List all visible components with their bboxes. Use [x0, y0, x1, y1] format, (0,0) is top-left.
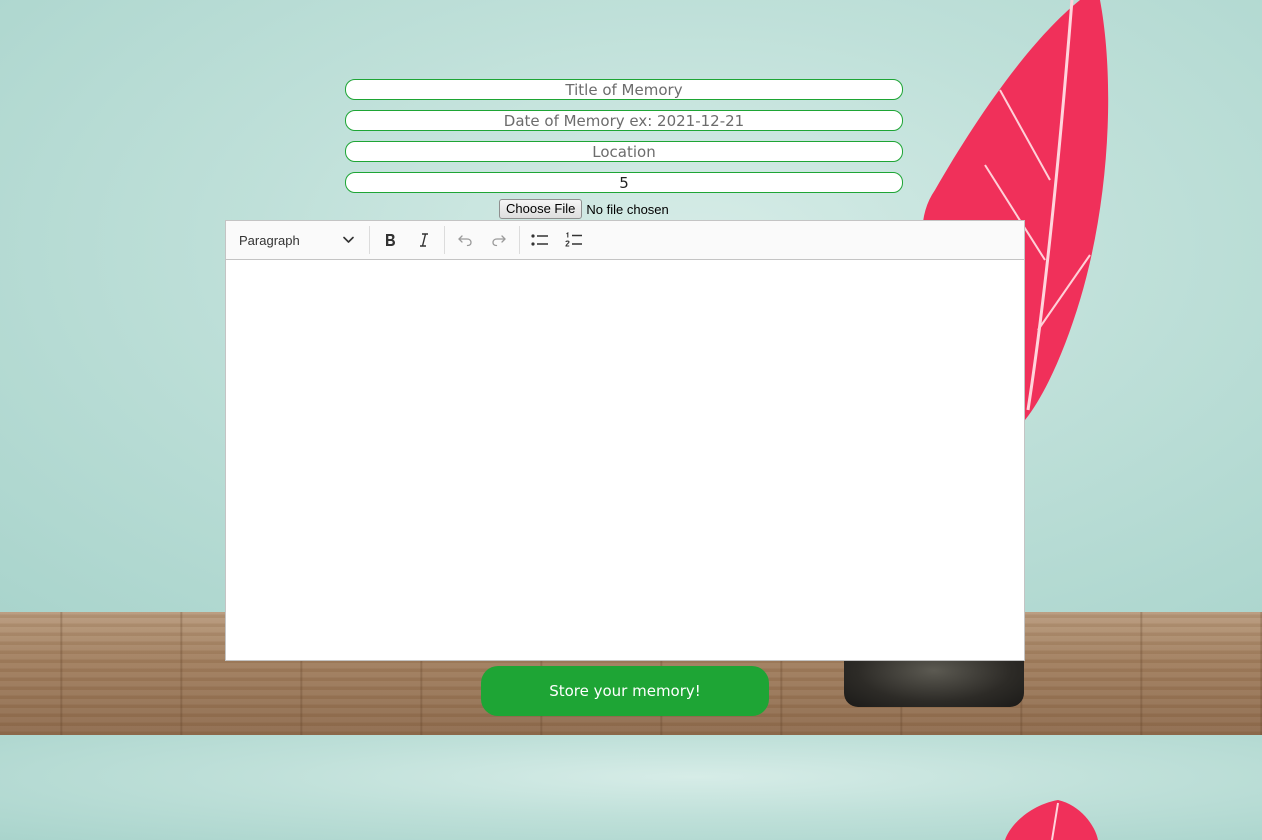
undo-icon: [458, 235, 472, 247]
title-input[interactable]: [345, 79, 903, 100]
choose-file-button[interactable]: Choose File: [499, 199, 583, 219]
rich-text-editor: Paragraph: [225, 220, 1025, 661]
store-memory-button[interactable]: Store your memory!: [481, 666, 769, 716]
italic-icon: [420, 233, 428, 247]
heading-dropdown-label: Paragraph: [239, 232, 300, 248]
feather-decoration-repeat: [1005, 800, 1098, 840]
redo-icon: [492, 235, 506, 247]
bulleted-list-icon: [531, 234, 548, 246]
editor-content-area[interactable]: [226, 260, 1024, 660]
undo-button[interactable]: [450, 225, 480, 255]
bulleted-list-button[interactable]: [525, 225, 555, 255]
rating-input[interactable]: [345, 172, 903, 193]
file-upload: Choose File No file chosen: [499, 199, 669, 219]
italic-button[interactable]: [409, 225, 439, 255]
toolbar-separator: [519, 226, 520, 254]
memory-form: Choose File No file chosen Paragraph: [0, 0, 1262, 735]
toolbar-separator: [444, 226, 445, 254]
bold-icon: [386, 234, 395, 246]
chevron-down-icon: [343, 236, 354, 243]
bold-button[interactable]: [375, 225, 405, 255]
numbered-list-icon: [565, 232, 582, 247]
file-status-text: No file chosen: [586, 201, 669, 217]
location-input[interactable]: [345, 141, 903, 162]
redo-button[interactable]: [484, 225, 514, 255]
date-input[interactable]: [345, 110, 903, 131]
toolbar-separator: [369, 226, 370, 254]
background-image-repeat: [0, 735, 1262, 840]
editor-toolbar: Paragraph: [226, 221, 1024, 260]
numbered-list-button[interactable]: [559, 225, 589, 255]
heading-dropdown[interactable]: Paragraph: [226, 221, 366, 259]
